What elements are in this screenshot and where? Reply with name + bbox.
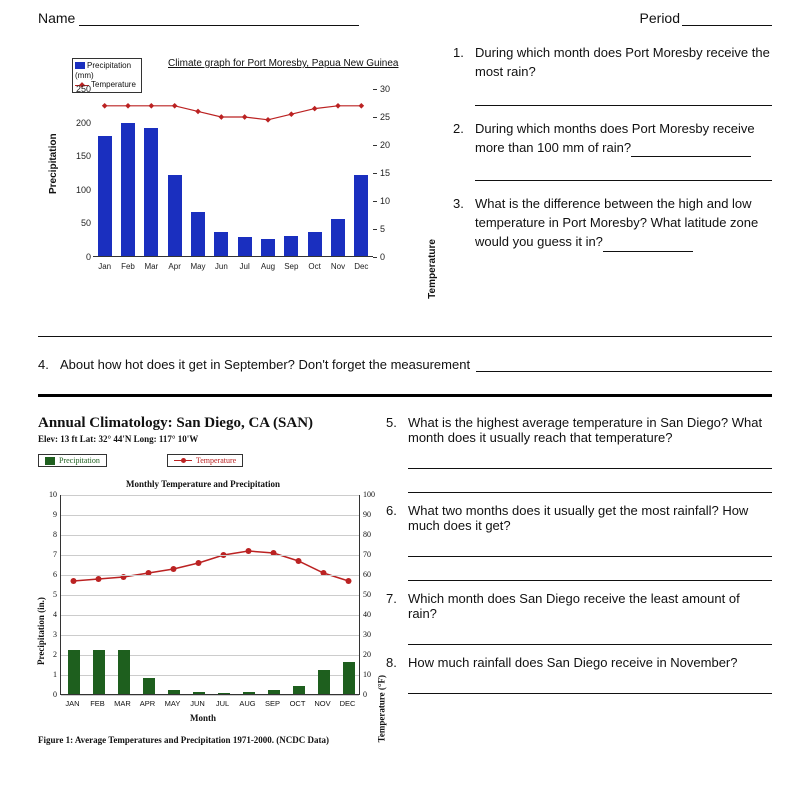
q-number: 8. xyxy=(386,655,408,694)
chart2-xlabel: Month xyxy=(38,713,368,723)
chart1-title: Climate graph for Port Moresby, Papua Ne… xyxy=(168,58,398,69)
q3-answer-blank[interactable] xyxy=(603,239,693,252)
chart2-title: Annual Climatology: San Diego, CA (SAN) xyxy=(38,415,368,432)
question-6: 6. What two months does it usually get t… xyxy=(386,503,772,581)
q2-answer-blank-2[interactable] xyxy=(475,163,772,181)
q-number: 5. xyxy=(386,415,408,493)
q-number: 2. xyxy=(453,120,475,182)
questions-col-2: 5. What is the highest average temperatu… xyxy=(386,415,772,745)
chart1-plot-area xyxy=(93,89,373,257)
question-3: 3. What is the difference between the hi… xyxy=(453,195,772,252)
questions-col-1: 1. During which month does Port Moresby … xyxy=(453,44,772,289)
q1-text: During which month does Port Moresby rec… xyxy=(475,45,770,79)
q4-answer-blank[interactable] xyxy=(476,359,772,372)
chart1-ylabel-left: Precipitation xyxy=(48,133,59,194)
chart2-legend: Precipitation Temperature xyxy=(38,454,368,467)
long-blank-1[interactable] xyxy=(38,319,772,337)
chart2-plot-title: Monthly Temperature and Precipitation xyxy=(38,479,368,489)
q6-text: What two months does it usually get the … xyxy=(408,503,748,533)
q6-answer-blank-2[interactable] xyxy=(408,563,772,581)
q-number: 7. xyxy=(386,591,408,645)
chart-san-diego: Annual Climatology: San Diego, CA (SAN) … xyxy=(38,415,368,745)
section-divider xyxy=(38,394,772,397)
chart2-plot-area: 0123456789100102030405060708090100 xyxy=(60,495,360,695)
q-number: 4. xyxy=(38,357,60,372)
q-number: 3. xyxy=(453,195,475,252)
period-blank[interactable] xyxy=(682,12,772,26)
question-1: 1. During which month does Port Moresby … xyxy=(453,44,772,106)
q8-answer-blank[interactable] xyxy=(408,676,772,694)
q6-answer-blank[interactable] xyxy=(408,539,772,557)
period-label: Period xyxy=(640,10,680,26)
question-7: 7. Which month does San Diego receive th… xyxy=(386,591,772,645)
header: Name Period xyxy=(38,10,772,26)
question-4: 4. About how hot does it get in Septembe… xyxy=(38,357,772,372)
q-number: 1. xyxy=(453,44,475,106)
q5-answer-blank[interactable] xyxy=(408,451,772,469)
legend2-temp: Temperature xyxy=(196,456,236,465)
chart2-caption: Figure 1: Average Temperatures and Preci… xyxy=(38,735,368,745)
name-field: Name xyxy=(38,10,388,26)
question-2: 2. During which months does Port Moresby… xyxy=(453,120,772,182)
chart2-ylabel-right: Temperature (°F) xyxy=(376,675,386,742)
q7-text: Which month does San Diego receive the l… xyxy=(408,591,740,621)
question-8: 8. How much rainfall does San Diego rece… xyxy=(386,655,772,694)
legend-temp: Temperature xyxy=(91,80,136,89)
chart1-ylabel-right: Temperature xyxy=(427,239,438,299)
question-5: 5. What is the highest average temperatu… xyxy=(386,415,772,493)
legend2-precip: Precipitation xyxy=(59,456,100,465)
chart-port-moresby: Precipitation (mm) Temperature Climate g… xyxy=(38,44,433,289)
name-label: Name xyxy=(38,10,75,26)
q2-answer-blank[interactable] xyxy=(631,144,751,157)
q5-text: What is the highest average temperature … xyxy=(408,415,762,445)
name-blank[interactable] xyxy=(79,12,359,26)
q5-answer-blank-2[interactable] xyxy=(408,475,772,493)
q4-text: About how hot does it get in September? … xyxy=(60,357,470,372)
q8-text: How much rainfall does San Diego receive… xyxy=(408,655,738,670)
period-field: Period xyxy=(640,10,772,26)
q1-answer-blank[interactable] xyxy=(475,88,772,106)
chart2-subtitle: Elev: 13 ft Lat: 32° 44'N Long: 117° 10'… xyxy=(38,434,368,444)
q7-answer-blank[interactable] xyxy=(408,627,772,645)
worksheet-page: Name Period Precipitation (mm) Temperatu… xyxy=(0,0,800,801)
q-number: 6. xyxy=(386,503,408,581)
